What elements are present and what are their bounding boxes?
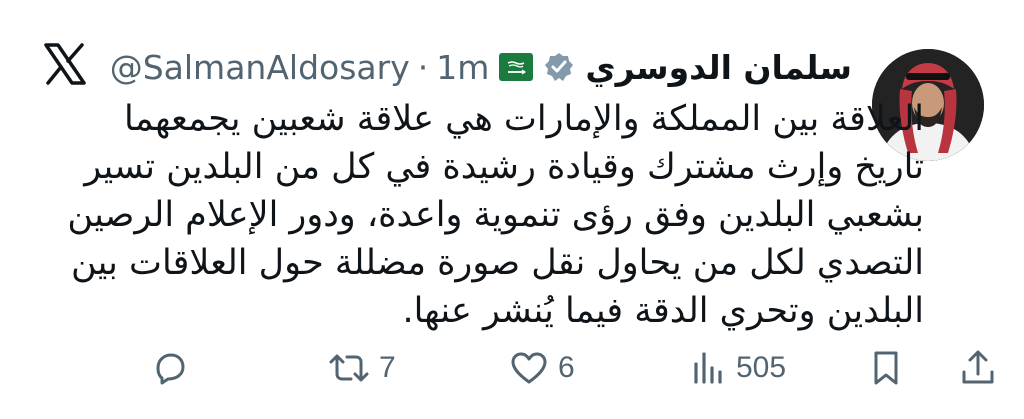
bookmark-icon [874,351,898,385]
views-count: 505 [736,351,787,384]
tweet-card: سلمان الدوسري @SalmanAldosary · 1m العلا… [0,0,1024,419]
like-button[interactable]: 6 [508,343,575,393]
reply-button[interactable] [150,343,198,393]
views-button[interactable]: 505 [688,343,786,393]
action-bar: 7 6 505 [0,343,1024,393]
display-name[interactable]: سلمان الدوسري [585,48,852,87]
verified-badge-icon[interactable] [543,51,575,83]
retweet-count: 7 [379,351,396,384]
tweet-text: العلاقة بين المملكة والإمارات هي علاقة ش… [64,95,924,335]
tweet-text-line: تاريخ وإرث مشترك وقيادة رشيدة في كل من ا… [84,147,924,187]
tweet-text-line: البلدين وتحري الدقة فيما يُنشر عنها. [402,291,924,331]
reply-icon [156,353,185,385]
tweet-text-line: التصدي لكل من يحاول نقل صورة مضللة حول ا… [70,243,924,283]
timestamp[interactable]: 1m [436,48,489,87]
views-icon [694,352,722,384]
tweet-text-line: العلاقة بين المملكة والإمارات هي علاقة ش… [124,99,924,139]
tweet-header: سلمان الدوسري @SalmanAldosary · 1m [110,38,852,96]
heart-icon [511,352,547,384]
share-button[interactable] [958,343,998,393]
handle[interactable]: @SalmanAldosary [110,48,410,87]
retweet-icon [329,354,369,382]
share-icon [962,350,994,384]
bookmark-button[interactable] [866,343,906,393]
x-logo-icon[interactable] [42,41,88,87]
handle-and-time: @SalmanAldosary · 1m [110,48,490,87]
retweet-button[interactable]: 7 [327,343,396,393]
tweet-text-line: بشعبي البلدين وفق رؤى تنموية واعدة، ودور… [67,195,924,235]
separator-dot: · [417,47,429,87]
saudi-flag-icon [499,53,534,81]
like-count: 6 [558,351,575,384]
